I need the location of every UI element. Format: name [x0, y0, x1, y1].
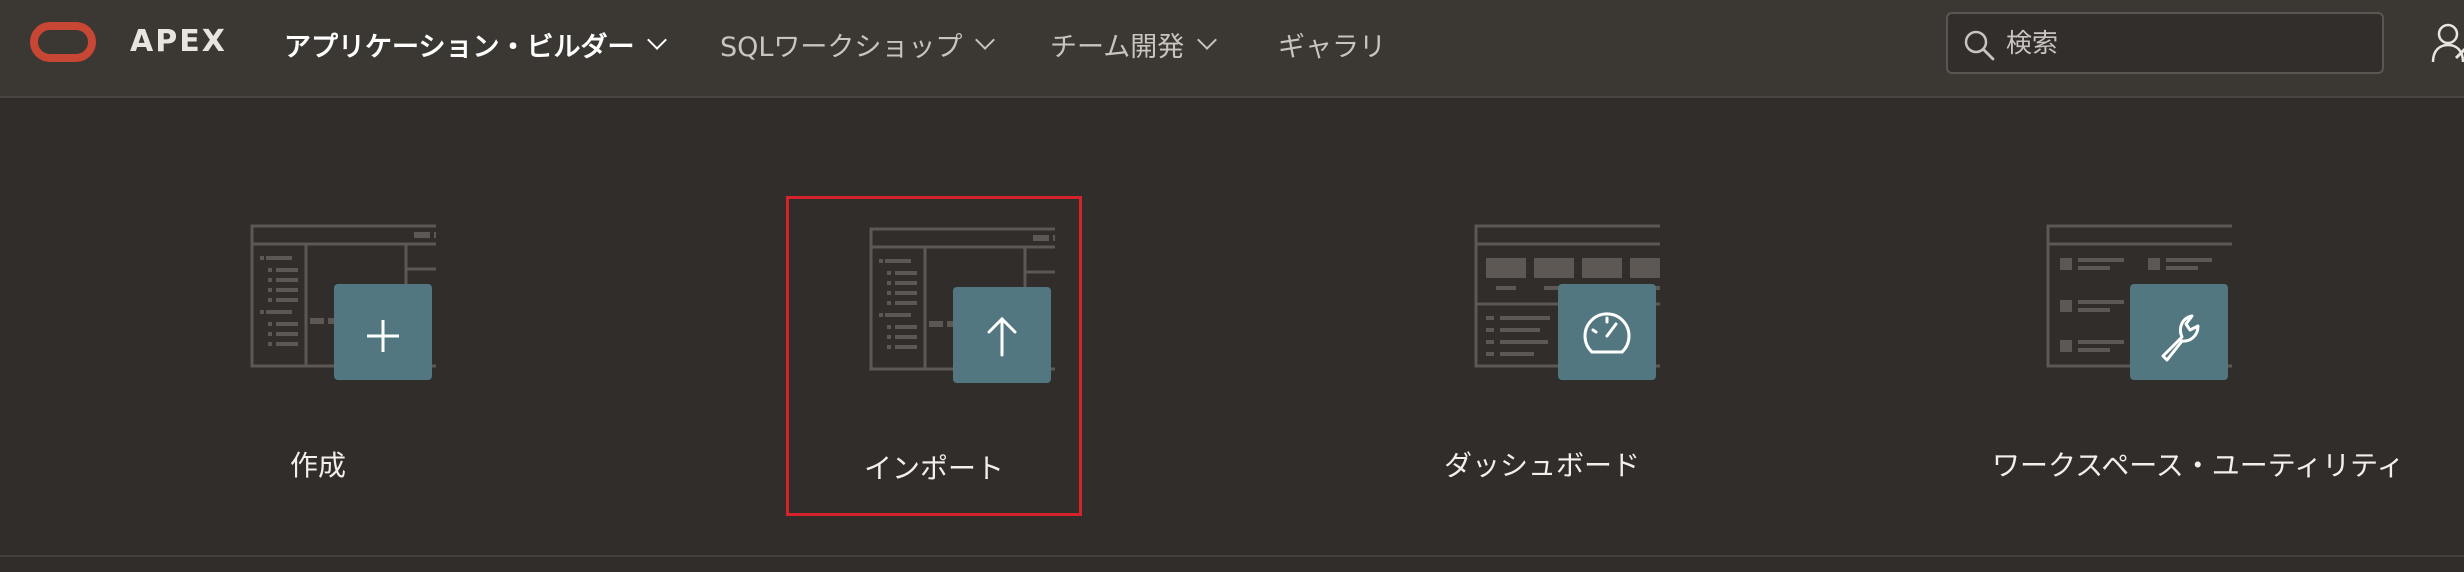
- dashboard-illustration: [1474, 224, 1660, 380]
- nav-gallery-label: ギャラリ: [1278, 31, 1386, 63]
- apex-brand[interactable]: APEX: [130, 24, 227, 59]
- workspace-illustration: [2046, 224, 2232, 380]
- tile-dashboard[interactable]: ダッシュボード: [1394, 196, 1690, 516]
- nav-sql-workshop-label: SQLワークショップ: [720, 31, 963, 63]
- tile-create[interactable]: 作成: [170, 196, 466, 516]
- nav-app-builder[interactable]: アプリケーション・ビルダー: [284, 24, 668, 64]
- search-icon: [1964, 30, 1995, 61]
- divider: [0, 555, 2464, 557]
- search-input[interactable]: [2004, 22, 2368, 66]
- nav-sql-workshop[interactable]: SQLワークショップ: [720, 24, 996, 64]
- search-box[interactable]: [1946, 12, 2384, 74]
- nav-team-development-label: チーム開発: [1050, 31, 1185, 63]
- chevron-down-icon: [647, 30, 668, 50]
- app-builder-illustration: [250, 224, 436, 380]
- user-icon[interactable]: [2430, 18, 2464, 66]
- nav-gallery[interactable]: ギャラリ: [1278, 24, 1386, 64]
- tile-workspace-utilities[interactable]: ワークスペース・ユーティリティ: [1992, 196, 2405, 516]
- tile-import-label: インポート: [863, 452, 1004, 485]
- oracle-logo[interactable]: [30, 22, 96, 62]
- chevron-down-icon: [975, 30, 996, 50]
- app-builder-illustration: [869, 227, 1055, 383]
- tile-create-label: 作成: [289, 449, 346, 482]
- nav-team-development[interactable]: チーム開発: [1050, 24, 1218, 64]
- chevron-down-icon: [1197, 30, 1218, 50]
- tile-workspace-utilities-label: ワークスペース・ユーティリティ: [1992, 449, 2405, 482]
- tile-dashboard-label: ダッシュボード: [1443, 449, 1640, 482]
- nav-app-builder-label: アプリケーション・ビルダー: [284, 31, 635, 63]
- top-navigation-bar: APEX アプリケーション・ビルダー SQLワークショップ チーム開発 ギャラリ: [0, 0, 2464, 98]
- tile-import[interactable]: インポート: [786, 196, 1082, 516]
